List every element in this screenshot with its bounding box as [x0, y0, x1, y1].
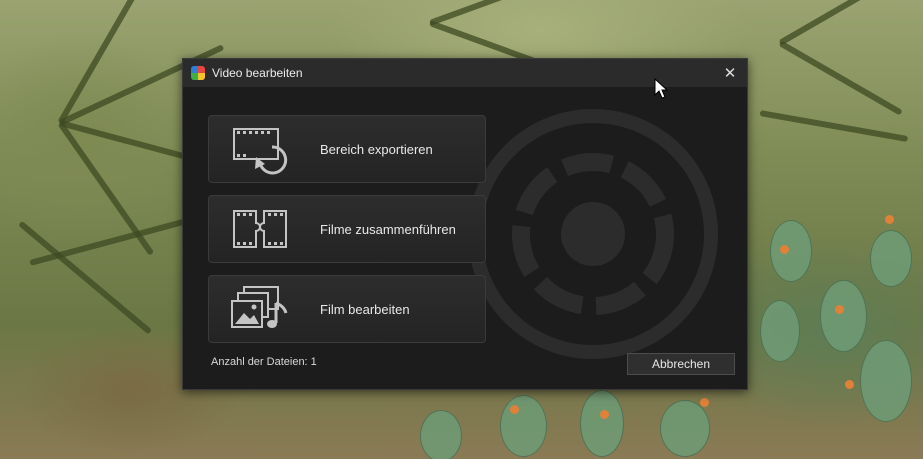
merge-movies-button[interactable]: Filme zusammenführen: [208, 195, 486, 263]
file-count-text: Anzahl der Dateien: 1: [211, 356, 317, 368]
export-range-button[interactable]: Bereich exportieren: [208, 115, 486, 183]
close-button[interactable]: ✕: [719, 62, 741, 84]
close-icon: ✕: [723, 65, 737, 82]
mouse-pointer-icon: [654, 78, 668, 99]
film-reel-watermark-icon: [468, 109, 718, 359]
filmstrip-export-icon: [223, 119, 297, 179]
merge-movies-label: Filme zusammenführen: [320, 221, 456, 237]
cancel-button[interactable]: Abbrechen: [627, 353, 735, 375]
video-edit-dialog: Video bearbeiten ✕ Bereich exportieren F…: [182, 58, 748, 390]
media-edit-icon: [223, 279, 297, 339]
app-icon: [191, 66, 205, 80]
edit-movie-button[interactable]: Film bearbeiten: [208, 275, 486, 343]
window-title: Video bearbeiten: [212, 66, 303, 80]
edit-movie-label: Film bearbeiten: [320, 301, 410, 317]
export-range-label: Bereich exportieren: [320, 141, 433, 157]
filmstrip-merge-icon: [223, 199, 297, 259]
